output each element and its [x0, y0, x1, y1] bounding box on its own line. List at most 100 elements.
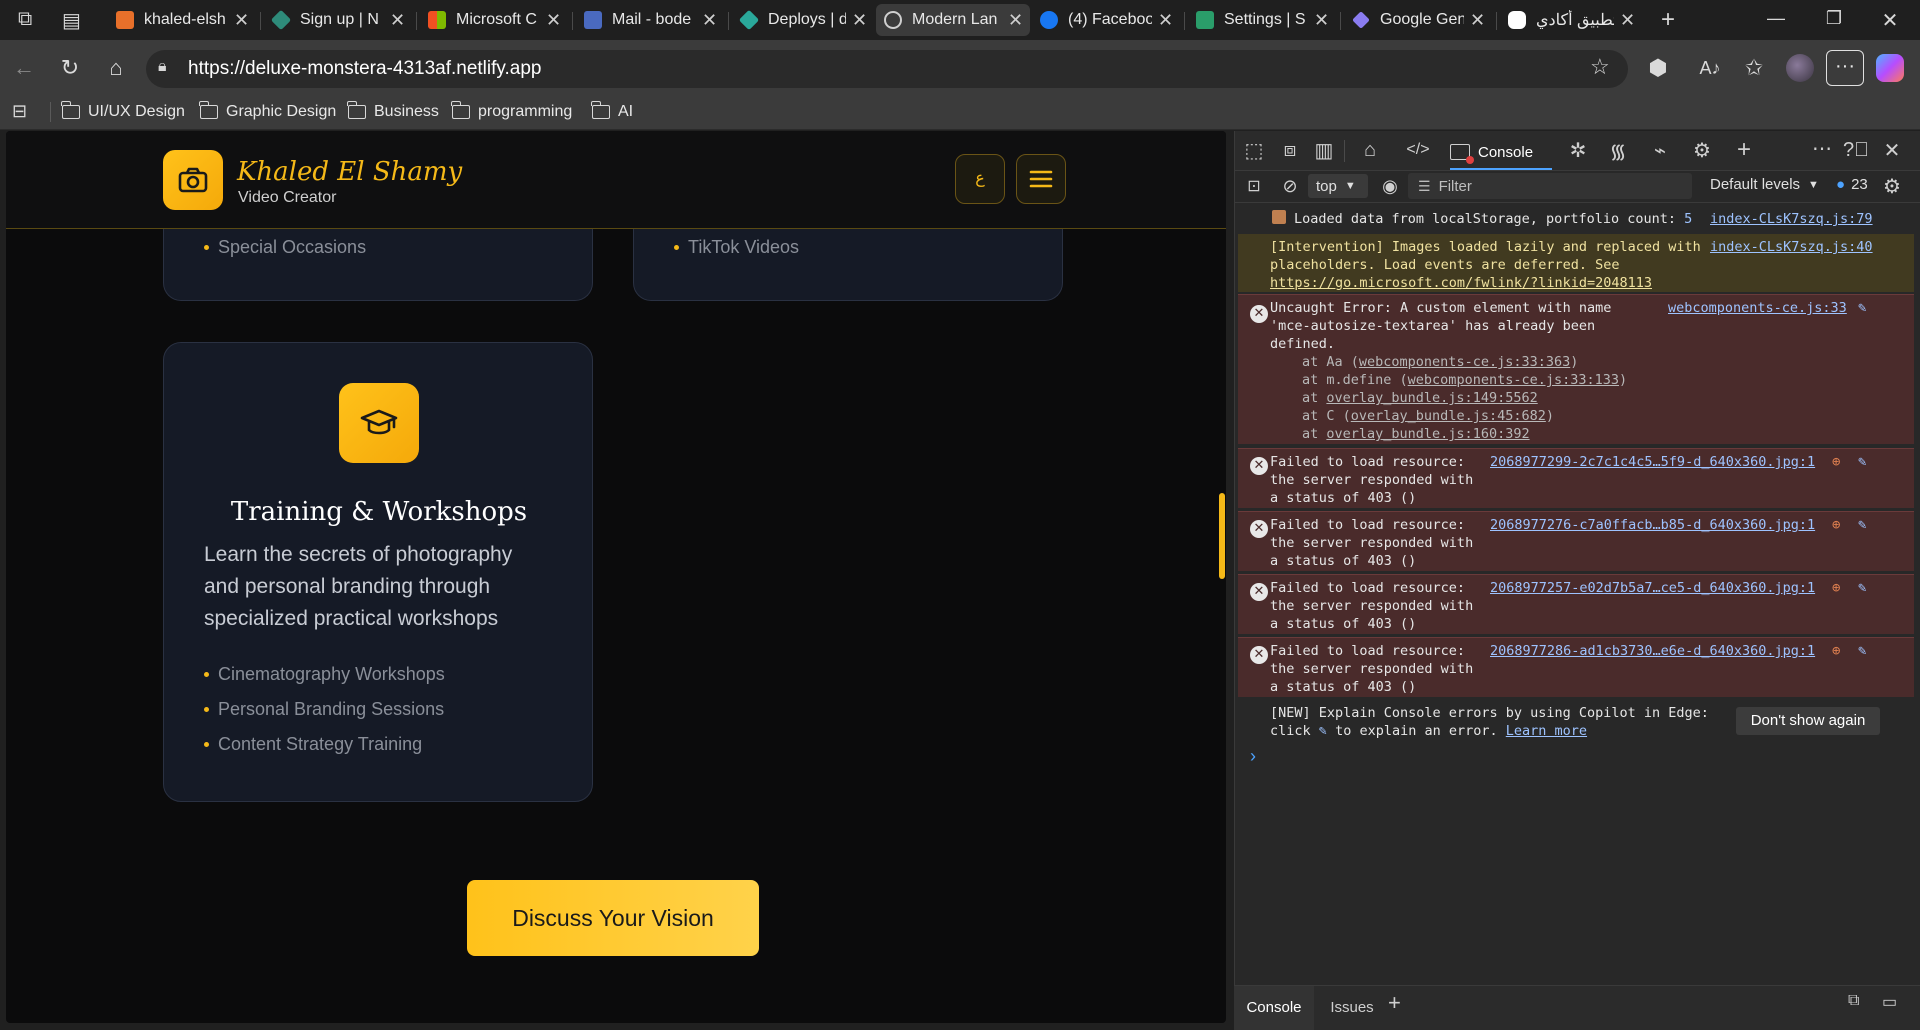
url-text[interactable]: https://deluxe-monstera-4313af.netlify.a… — [188, 56, 541, 82]
discuss-your-vision-button[interactable]: Discuss Your Vision — [467, 880, 759, 956]
vertical-tabs-icon[interactable]: ▤ — [62, 8, 86, 32]
tab-console[interactable]: Console — [1450, 136, 1552, 170]
network-request-icon[interactable]: ⊕ — [1832, 516, 1840, 534]
dock-side-icon[interactable]: ▥ — [1310, 136, 1338, 164]
logo-badge[interactable] — [163, 150, 223, 210]
more-menu-icon[interactable]: ··· — [1826, 50, 1864, 86]
close-drawer-icon[interactable]: ▭ — [1882, 992, 1897, 1012]
tab-microsoft[interactable]: Microsoft C ✕ — [420, 4, 568, 36]
workspaces-icon[interactable]: ⧉ — [18, 8, 42, 32]
more-tools-plus-icon[interactable]: + — [1730, 136, 1758, 164]
close-tab-icon[interactable]: ✕ — [1620, 10, 1635, 31]
console-prompt-chevron-icon[interactable]: › — [1250, 746, 1256, 767]
close-tab-icon[interactable]: ✕ — [1314, 10, 1329, 31]
refresh-icon[interactable]: ↻ — [50, 48, 90, 88]
close-tab-icon[interactable]: ✕ — [1470, 10, 1485, 31]
avatar[interactable] — [1786, 54, 1814, 82]
copilot-explain-icon[interactable]: ✎ — [1858, 579, 1866, 597]
intervention-link[interactable]: https://go.microsoft.com/fwlink/?linkid=… — [1270, 274, 1914, 292]
tab-signup[interactable]: Sign up | N ✕ — [264, 4, 412, 36]
source-link[interactable]: 2068977286-ad1cb3730…e6e-d_640x360.jpg:1 — [1490, 642, 1815, 660]
close-window-icon[interactable]: ✕ — [1878, 8, 1902, 32]
tab-deploys[interactable]: Deploys | d ✕ — [732, 4, 874, 36]
site-info-icon[interactable]: 🔒︎ — [158, 58, 178, 78]
page-scrollbar[interactable] — [1219, 493, 1225, 579]
close-tab-icon[interactable]: ✕ — [852, 10, 867, 31]
close-tab-icon[interactable]: ✕ — [702, 10, 717, 31]
copilot-explain-icon[interactable]: ✎ — [1858, 642, 1866, 660]
source-link[interactable]: index-CLsK7szq.js:40 — [1710, 238, 1873, 256]
network-wifi-icon[interactable]: ᯾ — [1604, 136, 1632, 164]
bookmark-graphic-design[interactable]: Graphic Design — [199, 100, 336, 124]
clear-console-icon[interactable]: ⊘ — [1276, 172, 1304, 200]
network-request-icon[interactable]: ⊕ — [1832, 453, 1840, 471]
collections-icon[interactable]: ⊟ — [12, 101, 34, 123]
reading-icon[interactable]: A♪ — [1690, 48, 1730, 88]
home-icon[interactable]: ⌂ — [96, 48, 136, 88]
settings-gear-icon[interactable]: ⚙ — [1688, 136, 1716, 164]
back-icon[interactable]: ← — [4, 48, 44, 88]
close-tab-icon[interactable]: ✕ — [234, 10, 249, 31]
bookmark-uiux[interactable]: UI/UX Design — [61, 100, 185, 124]
extensions-icon[interactable]: ⬢ — [1638, 48, 1678, 88]
copilot-icon[interactable] — [1876, 54, 1904, 82]
tab-favicon-icon — [116, 11, 134, 29]
live-expression-eye-icon[interactable]: ◉ — [1376, 172, 1404, 200]
bookmark-programming[interactable]: programming — [451, 100, 572, 124]
source-link[interactable]: webcomponents-ce.js:33 — [1668, 299, 1847, 317]
menu-button[interactable] — [1016, 154, 1066, 204]
source-link[interactable]: 2068977276-c7a0ffacb…b85-d_640x360.jpg:1 — [1490, 516, 1815, 534]
show-sidebar-icon[interactable]: ⊡ — [1240, 172, 1268, 200]
tab-google-gen[interactable]: Google Gen ✕ — [1344, 4, 1492, 36]
close-tab-icon[interactable]: ✕ — [390, 10, 405, 31]
close-tab-icon[interactable]: ✕ — [546, 10, 561, 31]
new-tab-icon[interactable]: + — [1654, 6, 1682, 34]
tab-khaled[interactable]: khaled-elsh ✕ — [108, 4, 256, 36]
devtools-more-icon[interactable]: ⋯ — [1808, 134, 1836, 162]
device-emulation-icon[interactable]: ⧈ — [1276, 136, 1304, 164]
source-link[interactable]: index-CLsK7szq.js:79 — [1710, 210, 1873, 228]
inspect-icon[interactable]: ⬚ — [1240, 136, 1268, 164]
restore-icon[interactable]: ❐ — [1822, 8, 1846, 32]
elements-icon[interactable]: </> — [1404, 136, 1432, 164]
tab-academy-app[interactable]: تطبيق أكادي ✕ — [1500, 4, 1642, 36]
add-drawer-tab-icon[interactable]: + — [1388, 990, 1401, 1016]
source-link[interactable]: 2068977299-2c7c1c4c5…5f9-d_640x360.jpg:1 — [1490, 453, 1815, 471]
filter-input[interactable]: ☰ Filter — [1408, 173, 1692, 199]
favorite-star-icon[interactable]: ☆ — [1590, 54, 1618, 82]
performance-icon[interactable]: ⌁ — [1646, 136, 1674, 164]
brand-name[interactable]: Khaled El Shamy — [237, 157, 462, 187]
favorites-icon[interactable]: ✩ — [1734, 48, 1774, 88]
language-toggle-button[interactable]: ع — [955, 154, 1005, 204]
issues-counter[interactable]: ● 23 — [1836, 176, 1868, 193]
tab-settings[interactable]: Settings | S ✕ — [1188, 4, 1336, 36]
network-request-icon[interactable]: ⊕ — [1832, 642, 1840, 660]
network-request-icon[interactable]: ⊕ — [1832, 579, 1840, 597]
console-settings-icon[interactable]: ⚙ — [1878, 172, 1906, 200]
copilot-explain-icon[interactable]: ✎ — [1858, 453, 1866, 471]
copilot-explain-icon[interactable]: ✎ — [1858, 516, 1866, 534]
close-tab-icon[interactable]: ✕ — [1158, 10, 1173, 31]
bookmark-business[interactable]: Business — [347, 100, 439, 124]
dont-show-again-button[interactable]: Don't show again — [1736, 707, 1880, 735]
bookmark-ai[interactable]: AI — [591, 100, 633, 124]
close-tab-icon[interactable]: ✕ — [1008, 10, 1023, 31]
close-devtools-icon[interactable]: ✕ — [1878, 136, 1906, 164]
tab-facebook[interactable]: (4) Faceboo ✕ — [1032, 4, 1180, 36]
site-header: Khaled El Shamy Video Creator ع — [6, 131, 1226, 229]
error-icon: ✕ — [1250, 583, 1268, 601]
source-link[interactable]: 2068977257-e02d7b5a7…ce5-d_640x360.jpg:1 — [1490, 579, 1815, 597]
tab-mail[interactable]: Mail - bode ✕ — [576, 4, 724, 36]
log-levels-dropdown[interactable]: Default levels ▼ — [1710, 176, 1819, 193]
drawer-tab-console[interactable]: Console — [1234, 986, 1314, 1030]
drawer-tab-issues[interactable]: Issues — [1320, 986, 1384, 1030]
undock-drawer-icon[interactable]: ⧉ — [1848, 992, 1859, 1010]
context-selector[interactable]: top ▼ — [1308, 174, 1368, 198]
minimize-icon[interactable]: — — [1764, 8, 1788, 32]
welcome-home-icon[interactable]: ⌂ — [1356, 136, 1384, 164]
help-icon[interactable]: ?⃝ — [1842, 136, 1870, 164]
learn-more-link[interactable]: Learn more — [1506, 723, 1587, 739]
sources-bug-icon[interactable]: ✲ — [1564, 136, 1592, 164]
tab-modern-landing[interactable]: Modern Lan ✕ — [876, 4, 1030, 36]
copilot-explain-icon[interactable]: ✎ — [1858, 299, 1866, 317]
